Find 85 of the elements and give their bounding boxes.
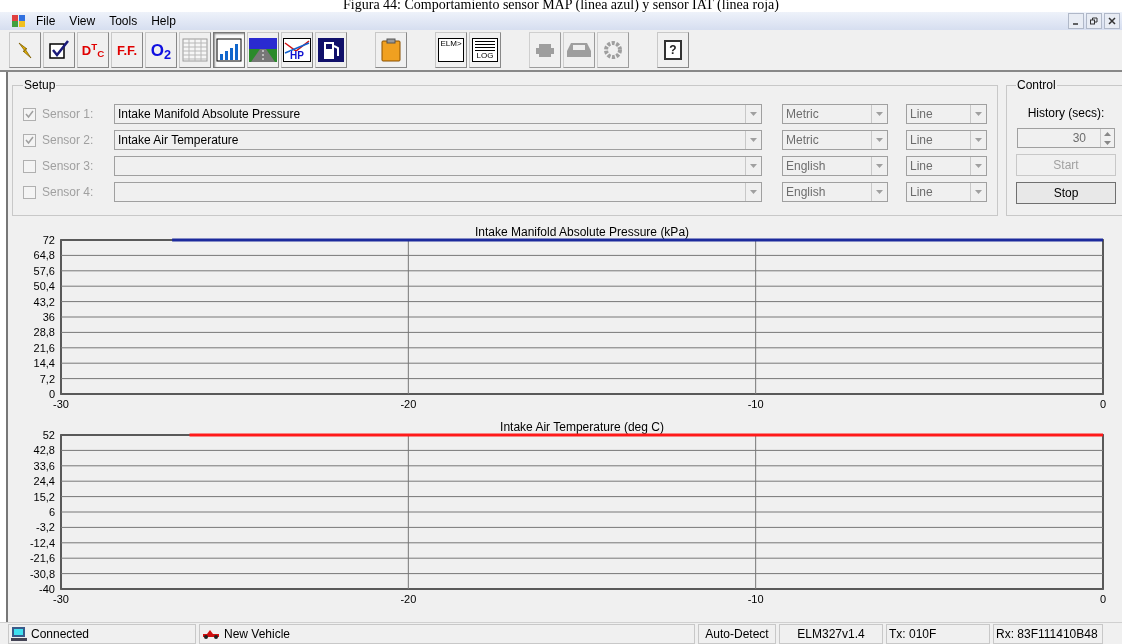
x-tick-label: -10: [747, 593, 764, 605]
status-text: Tx: 010F: [889, 625, 937, 643]
sensor-dropdown[interactable]: [114, 156, 762, 176]
menu-item[interactable]: Tools: [109, 12, 138, 30]
y-tick-label: 24,4: [33, 475, 55, 488]
x-tick-label: -10: [747, 398, 764, 410]
help-icon: ?: [664, 40, 682, 60]
road-icon: [249, 38, 277, 62]
y-tick-label: -40: [39, 583, 55, 595]
y-tick-label: -12,4: [29, 536, 55, 549]
y-tick-label: 21,6: [33, 341, 55, 354]
y-tick-label: 50,4: [33, 280, 55, 293]
sensor-label: Sensor 2:: [42, 132, 95, 149]
fuel-pump-icon: [318, 38, 344, 62]
x-tick-label: -20: [400, 593, 417, 605]
toolbar-button[interactable]: F.F.: [111, 32, 143, 68]
clipboard-icon: [381, 38, 401, 62]
chart-title: Intake Air Temperature (deg C): [500, 420, 664, 434]
checkbox-icon: [48, 39, 70, 61]
toolbar-button[interactable]: ?: [657, 32, 689, 68]
status-text: New Vehicle: [224, 625, 291, 643]
y-tick-label: -21,6: [29, 552, 55, 565]
ff-label: F.F.: [116, 43, 138, 57]
sensor-label: Sensor 1:: [42, 106, 95, 123]
y-tick-label: 6: [48, 506, 55, 518]
history-label: History (secs):: [1027, 105, 1105, 122]
table-icon: [182, 38, 208, 62]
spinner-arrows-icon: [1100, 129, 1114, 147]
y-tick-label: 64,8: [33, 249, 55, 262]
y-tick-label: 0: [48, 388, 55, 400]
toolbar-button[interactable]: ELM>: [435, 32, 467, 68]
app-icon: [12, 15, 26, 27]
sensor-label: Sensor 4:: [42, 184, 95, 201]
x-tick-label: -30: [53, 398, 69, 410]
minimize-icon[interactable]: [1068, 13, 1084, 29]
chart-title: Intake Manifold Absolute Pressure (kPa): [474, 225, 690, 239]
gear-icon: [603, 40, 623, 60]
sensor-dropdown[interactable]: [114, 182, 762, 202]
toolbar-button[interactable]: [247, 32, 279, 68]
y-tick-label: -30,8: [29, 567, 55, 580]
menu-item[interactable]: View: [69, 12, 96, 30]
car-icon: [565, 40, 593, 60]
toolbar-button[interactable]: HP: [281, 32, 313, 68]
history-spinner[interactable]: 30: [1017, 128, 1115, 148]
y-tick-label: 52: [42, 429, 55, 441]
toolbar-button[interactable]: LOG: [469, 32, 501, 68]
y-tick-label: 57,6: [33, 264, 55, 277]
x-tick-label: 0: [1099, 593, 1107, 605]
y-tick-label: 15,2: [33, 490, 55, 503]
y-tick-label: 14,4: [33, 357, 55, 370]
figure-caption: Figura 44: Comportamiento sensor MAP (línea azul) y sensor IAT (línea roja): [343, 0, 779, 12]
group-title: Setup: [23, 77, 57, 94]
car-icon: [202, 628, 220, 639]
status-text: Rx: 83F111410B48: [996, 625, 1098, 643]
sensor-label: Sensor 3:: [42, 158, 95, 175]
lightning-icon: [16, 40, 34, 60]
control-button[interactable]: Stop: [1016, 182, 1116, 204]
toolbar-button[interactable]: [315, 32, 347, 68]
hp-graph-icon: HP: [283, 38, 311, 62]
restore-icon[interactable]: [1086, 13, 1102, 29]
status-text: ELM327v1.4: [797, 625, 865, 643]
close-icon[interactable]: [1104, 13, 1120, 29]
o2-label: O$_{2}$: [150, 41, 172, 59]
y-tick-label: 72: [42, 234, 55, 246]
menu-item[interactable]: File: [36, 12, 56, 30]
status-text: Auto-Detect: [705, 625, 769, 643]
toolbar-button[interactable]: O$_{2}$: [145, 32, 177, 68]
y-tick-label: -3,2: [36, 521, 55, 534]
x-tick-label: -20: [400, 398, 417, 410]
x-tick-label: 0: [1099, 398, 1107, 410]
status-text: Connected: [31, 625, 90, 643]
toolbar-button[interactable]: [43, 32, 75, 68]
elm-label: ELM>: [438, 38, 464, 62]
computer-icon: [11, 625, 27, 642]
y-tick-label: 42,8: [33, 444, 55, 457]
group-title: Control: [1016, 77, 1057, 94]
x-tick-label: -30: [53, 593, 69, 605]
y-tick-label: 28,8: [33, 326, 55, 339]
menu-item[interactable]: Help: [151, 12, 176, 30]
y-tick-label: 36: [42, 311, 55, 323]
bar-chart-icon: [216, 38, 242, 62]
y-tick-label: 33,6: [33, 459, 55, 472]
y-tick-label: 43,2: [33, 295, 55, 308]
log-label: LOG: [472, 38, 498, 62]
y-tick-label: 7,2: [39, 372, 55, 385]
